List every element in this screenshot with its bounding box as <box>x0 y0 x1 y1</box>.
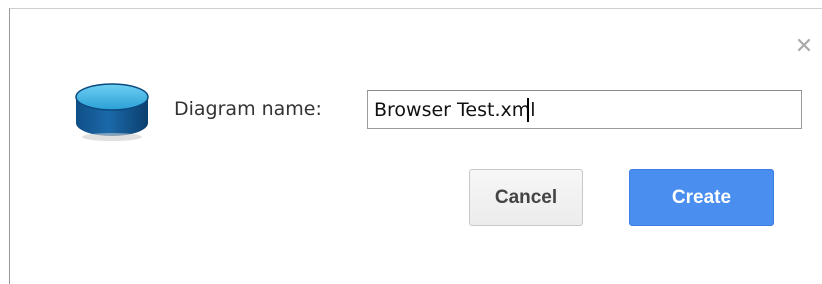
close-icon[interactable] <box>795 36 813 54</box>
new-diagram-dialog <box>9 8 822 284</box>
database-icon <box>72 79 152 143</box>
cancel-button[interactable]: Cancel <box>469 169 583 226</box>
create-button[interactable]: Create <box>629 169 774 226</box>
diagram-name-label: Diagram name: <box>174 98 322 120</box>
diagram-name-input[interactable] <box>367 90 802 129</box>
text-caret <box>527 98 529 122</box>
